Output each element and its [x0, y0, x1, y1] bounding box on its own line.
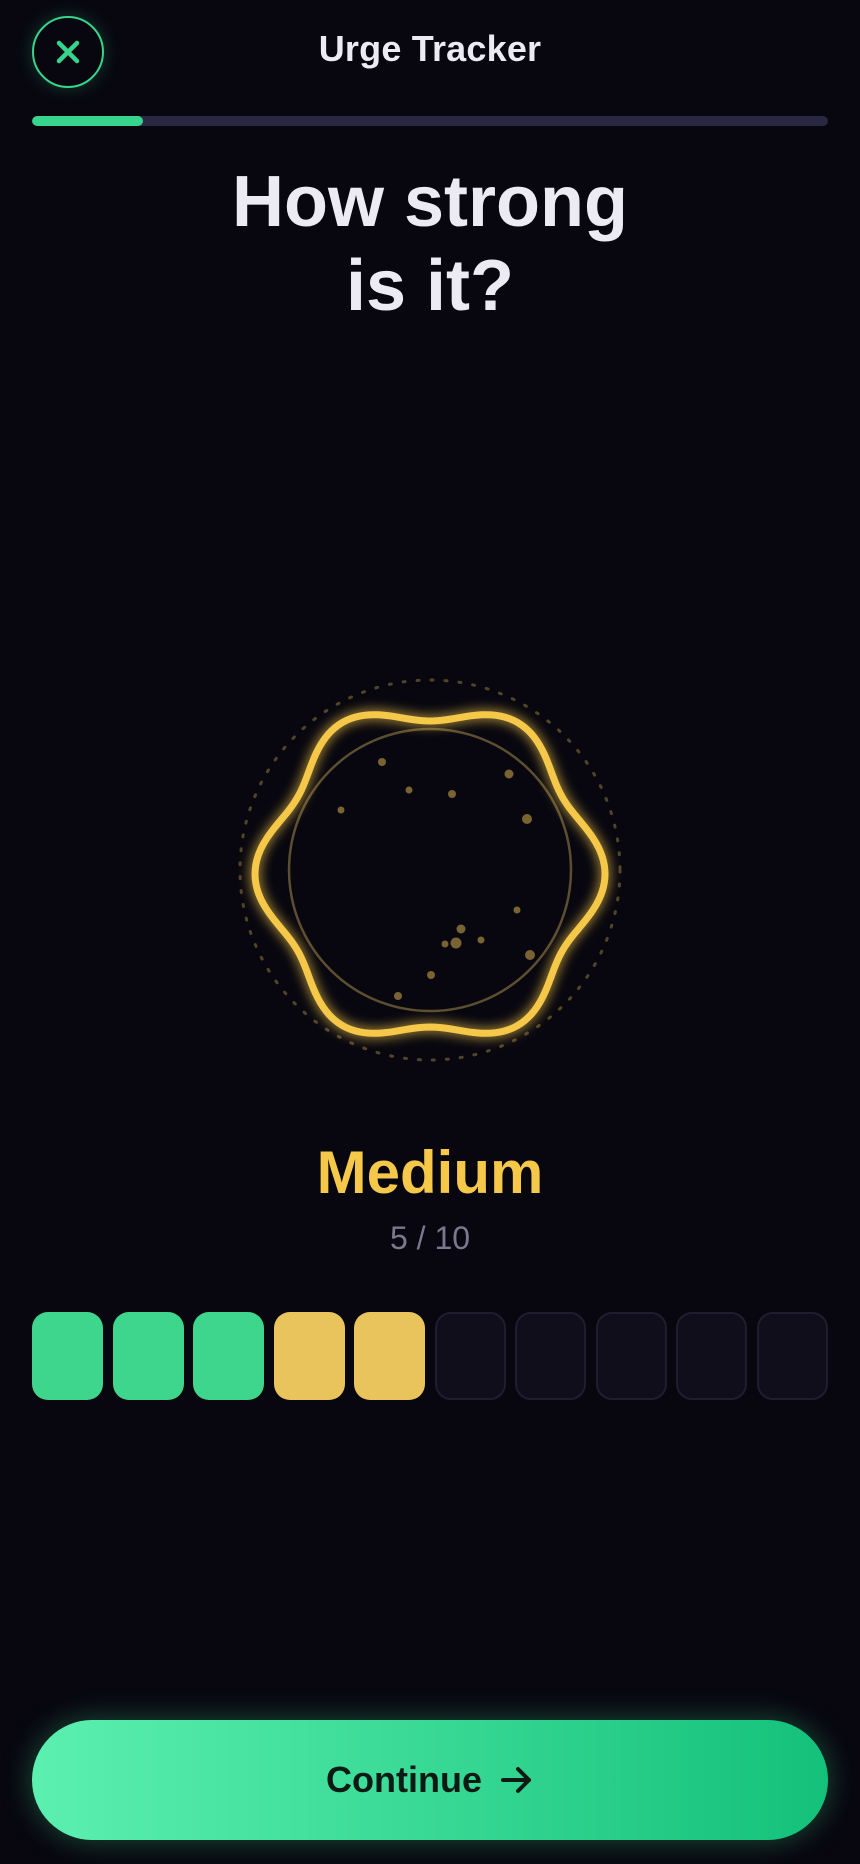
scale-cell-8[interactable] [595, 1312, 667, 1400]
intensity-scale [32, 1312, 828, 1400]
scale-cell-6[interactable] [434, 1312, 506, 1400]
question-line-1: How strong [232, 162, 628, 242]
question-heading: How strong is it? [0, 160, 860, 328]
question-line-2: is it? [345, 246, 514, 326]
scale-cell-10[interactable] [756, 1312, 828, 1400]
continue-label: Continue [326, 1759, 482, 1800]
orb-wave-ring [251, 711, 609, 1037]
continue-button[interactable]: Continue [32, 1720, 828, 1840]
page-title: Urge Tracker [318, 28, 542, 69]
progress-bar [32, 116, 828, 126]
scale-cell-3[interactable] [193, 1312, 265, 1400]
orb-particles [337, 758, 535, 1000]
scale-cell-1[interactable] [32, 1312, 103, 1400]
intensity-label: Medium [316, 1139, 544, 1206]
intensity-score: 5 / 10 [389, 1220, 471, 1256]
orb-dotted-ring [238, 678, 622, 1062]
scale-cell-4[interactable] [273, 1312, 345, 1400]
scale-cell-2[interactable] [112, 1312, 184, 1400]
scale-cell-7[interactable] [515, 1312, 587, 1400]
arrow-right-icon [500, 1767, 531, 1793]
intensity-orb [230, 670, 630, 1070]
scale-cell-9[interactable] [676, 1312, 748, 1400]
scale-cell-5[interactable] [354, 1312, 426, 1400]
progress-fill [32, 116, 144, 126]
orb-inner-ring [287, 727, 573, 1013]
